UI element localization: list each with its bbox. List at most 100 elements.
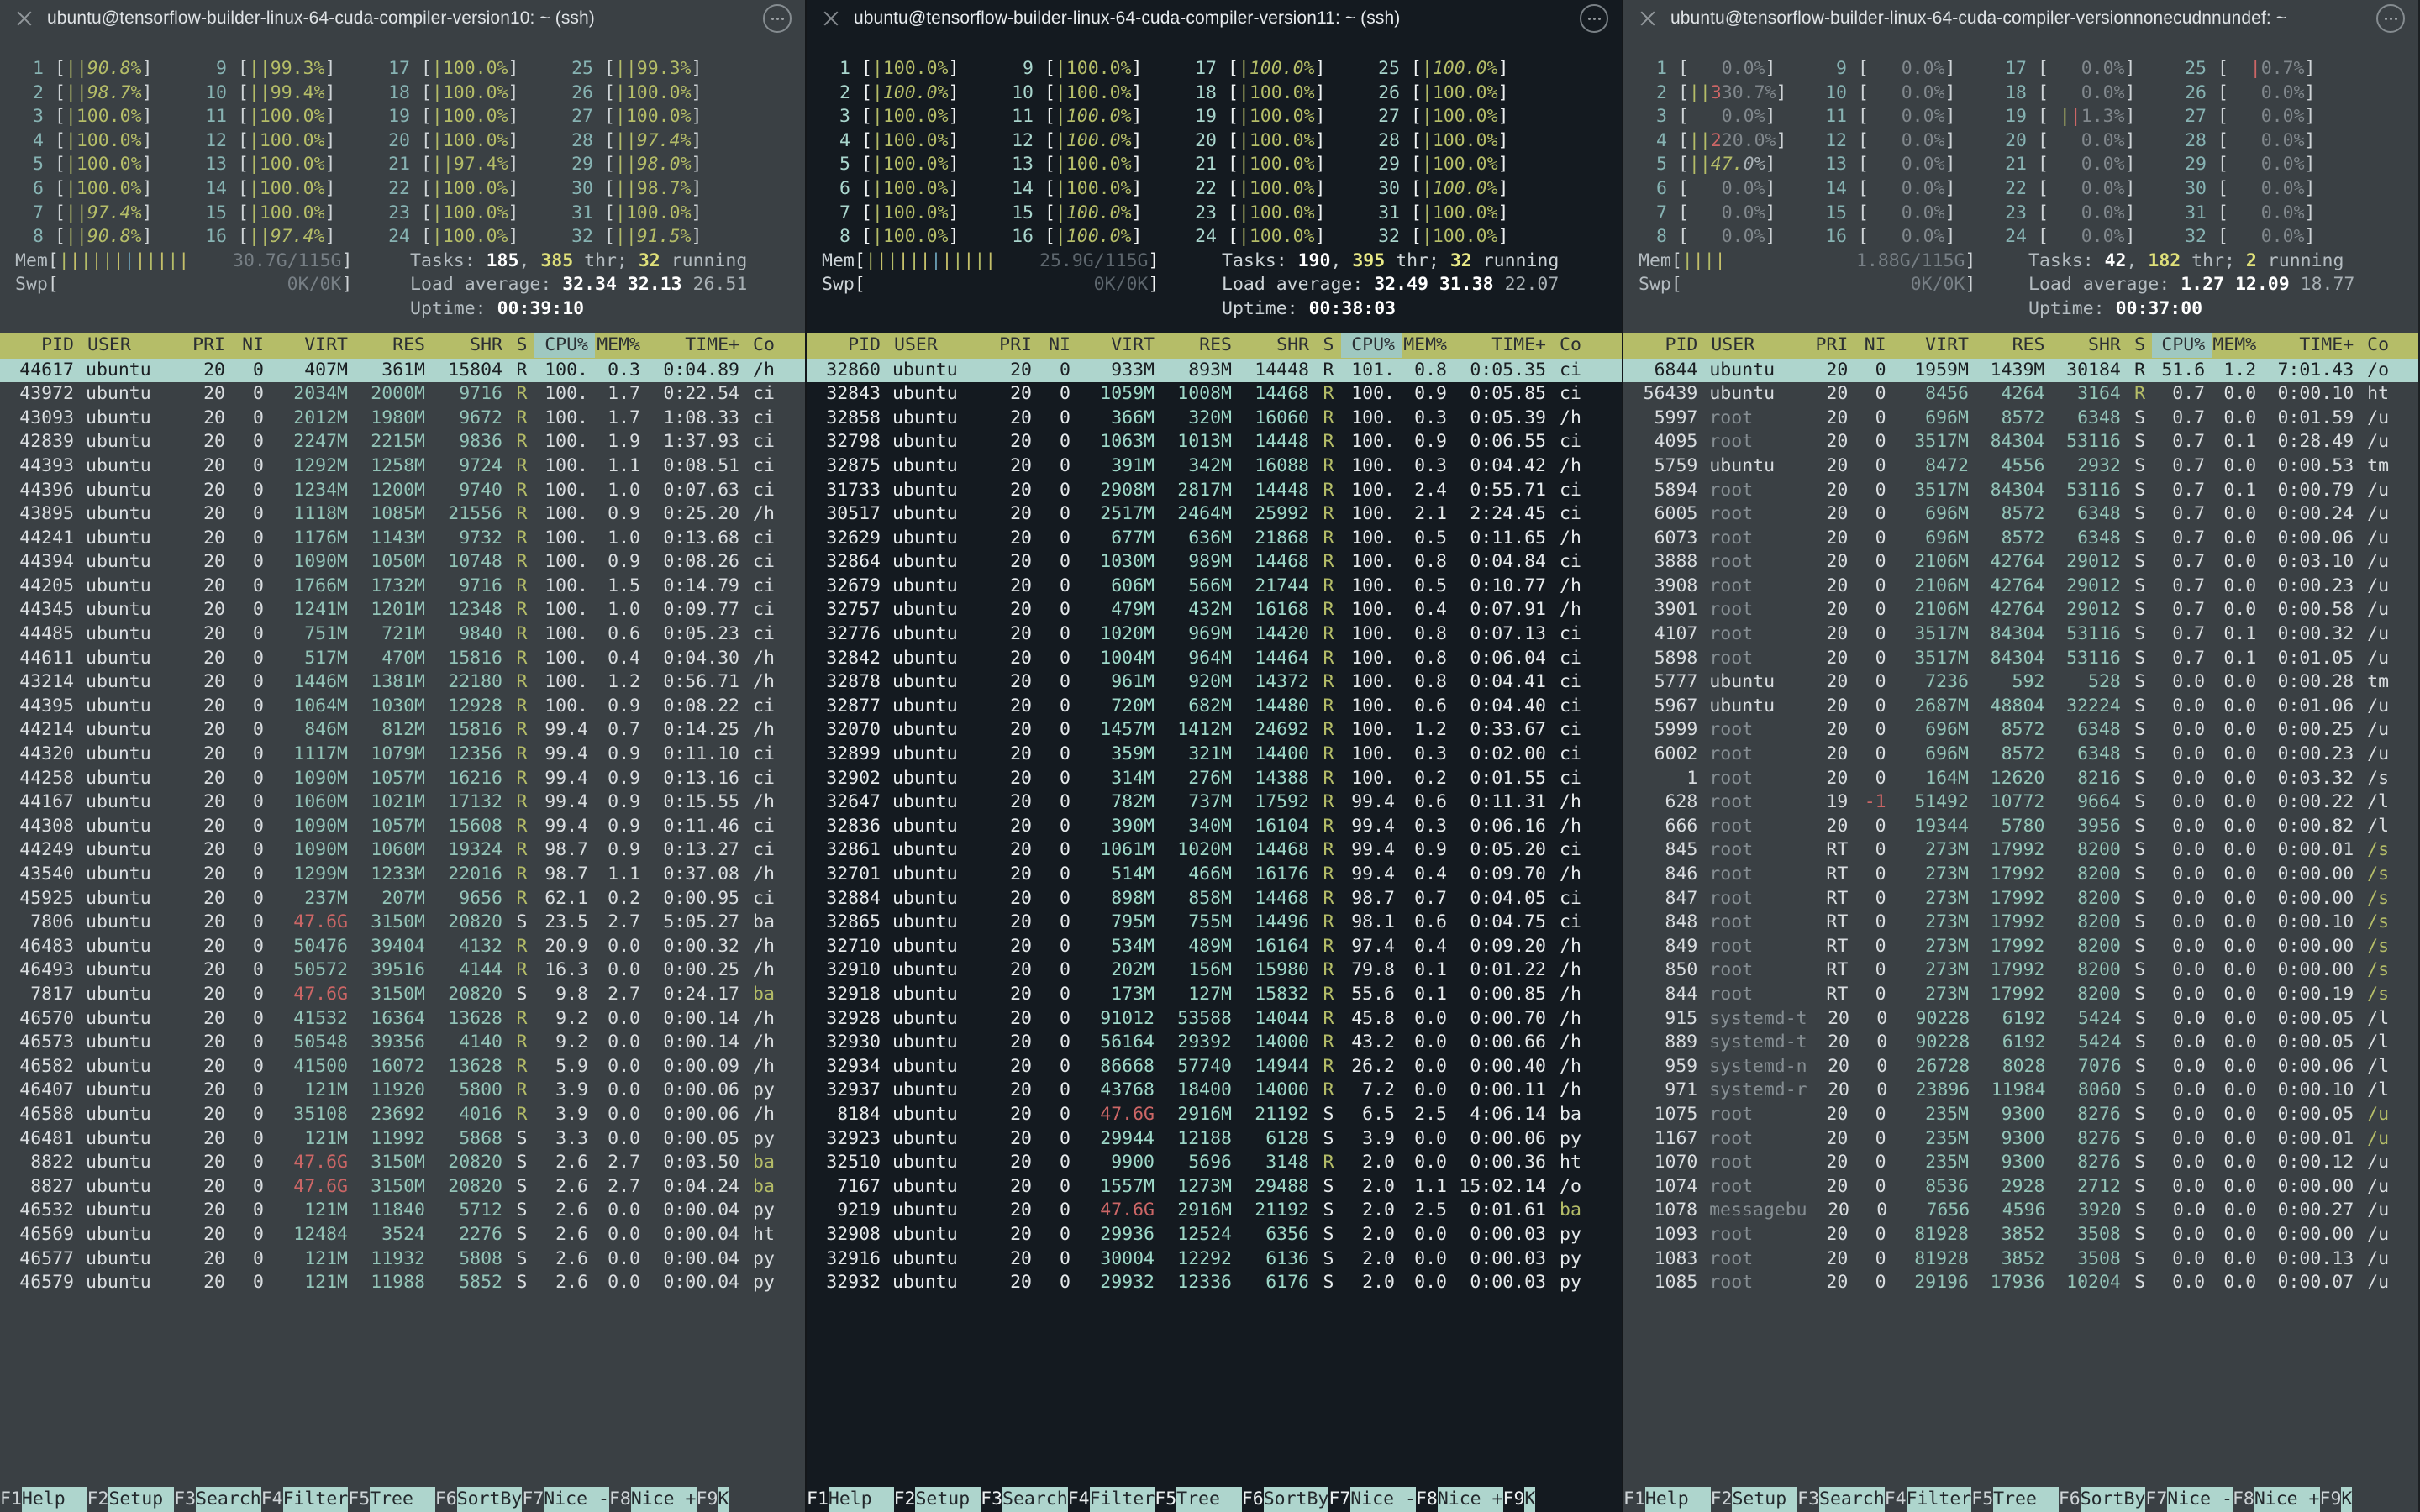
process-row[interactable]: 32864 ubuntu 20 0 1030M 989M 14468 R 100. 0.8 0:04… <box>807 550 1622 575</box>
process-row[interactable]: 666 root 20 0 19344 5780 3956 S 0.0 0.0 0:00.82/l <box>1623 815 2418 839</box>
process-row[interactable]: 46573 ubuntu 20 0 50548 39356 4140 R 9.2 0.0 0:00.… <box>0 1031 805 1055</box>
process-row[interactable]: 44345 ubuntu 20 0 1241M 1201M 12348 R 100. 1.0 0:0… <box>0 598 805 622</box>
column-header-virt[interactable]: VIRT <box>1893 333 1975 358</box>
close-icon[interactable] <box>1637 8 1659 29</box>
process-row[interactable]: 46493 ubuntu 20 0 50572 39516 4144 R 16.3 0.0 0:00… <box>0 958 805 983</box>
process-row[interactable]: 44167 ubuntu 20 0 1060M 1021M 17132 R 99.4 0.9 0:1… <box>0 790 805 815</box>
process-row[interactable]: 32647 ubuntu 20 0 782M 737M 17592 R 99.4 0.6 0:11.… <box>807 790 1622 815</box>
process-row[interactable]: 5999 root 20 0 696M 8572 6348 S 0.0 0.0 0:00.25/u <box>1623 718 2418 743</box>
fkey-label-tree[interactable]: Tree <box>1993 1487 2059 1512</box>
process-row[interactable]: 32877 ubuntu 20 0 720M 682M 14480 R 100. 0.6 0:04.… <box>807 695 1622 719</box>
process-row[interactable]: 43214 ubuntu 20 0 1446M 1381M 22180 R 100. 1.2 0:5… <box>0 670 805 695</box>
process-row[interactable]: 44485 ubuntu 20 0 751M 721M 9840 R 100. 0.6 0:05.2… <box>0 622 805 647</box>
process-row[interactable]: 46481 ubuntu 20 0 121M 11992 5868 S 3.3 0.0 0:00.0… <box>0 1127 805 1152</box>
column-header-res[interactable]: RES <box>355 333 432 358</box>
process-row[interactable]: 42839 ubuntu 20 0 2247M 2215M 9836 R 100. 1.9 1:37… <box>0 430 805 454</box>
process-row[interactable]: 44308 ubuntu 20 0 1090M 1057M 15608 R 99.4 0.9 0:1… <box>0 815 805 839</box>
process-row[interactable]: 32679 ubuntu 20 0 606M 566M 21744 R 100. 0.5 0:10.… <box>807 575 1622 599</box>
fkey-label-nice[interactable]: Nice + <box>2254 1487 2320 1512</box>
fkey-label-k[interactable]: K <box>718 1487 729 1512</box>
close-icon[interactable] <box>13 8 35 29</box>
process-row[interactable]: 849 root RT 0 273M 17992 8200 S 0.0 0.0 0:00.00/s <box>1623 935 2418 959</box>
fkey-label-help[interactable]: Help <box>21 1487 87 1512</box>
fkey-label-nice[interactable]: Nice - <box>2167 1487 2233 1512</box>
column-header-pri[interactable]: PRI <box>1803 333 1854 358</box>
process-row[interactable]: 889 systemd-t 20 0 90228 6192 5424 S 0.0 0.0 0:00.… <box>1623 1031 2418 1055</box>
process-row[interactable]: 845 root RT 0 273M 17992 8200 S 0.0 0.0 0:00.01/s <box>1623 838 2418 863</box>
process-row[interactable]: 32858 ubuntu 20 0 366M 320M 16060 R 100. 0.3 0:05.… <box>807 407 1622 431</box>
process-row[interactable]: 1085 root 20 0 29196 17936 10204 S 0.0 0.0 0:00.07… <box>1623 1271 2418 1295</box>
process-row[interactable]: 32930 ubuntu 20 0 56164 29392 14000 R 43.2 0.0 0:0… <box>807 1031 1622 1055</box>
more-options-icon[interactable] <box>2376 4 2405 33</box>
column-header-co[interactable]: Co <box>2360 333 2418 358</box>
process-row[interactable]: 31733 ubuntu 20 0 2908M 2817M 14448 R 100. 2.4 0:5… <box>807 479 1622 503</box>
column-header-mempct[interactable]: MEM% <box>1402 333 1454 358</box>
column-header-cpupct[interactable]: CPU% <box>2152 333 2212 358</box>
process-row[interactable]: 46582 ubuntu 20 0 41500 16072 13628 R 5.9 0.0 0:00… <box>0 1055 805 1079</box>
process-row[interactable]: 44394 ubuntu 20 0 1090M 1050M 10748 R 100. 0.9 0:0… <box>0 550 805 575</box>
process-row[interactable]: 44617 ubuntu 20 0 407M 361M 15804 R 100. 0.3 0:04.… <box>0 358 805 383</box>
process-row[interactable]: 44395 ubuntu 20 0 1064M 1030M 12928 R 100. 0.9 0:0… <box>0 695 805 719</box>
column-header-cpupct[interactable]: CPU% <box>534 333 595 358</box>
process-row[interactable]: 46483 ubuntu 20 0 50476 39404 4132 R 20.9 0.0 0:00… <box>0 935 805 959</box>
process-row[interactable]: 1 root 20 0 164M 12620 8216 S 0.0 0.0 0:03.32/s <box>1623 767 2418 791</box>
process-row[interactable]: 46569 ubuntu 20 0 12484 3524 2276 S 2.6 0.0 0:00.0… <box>0 1223 805 1247</box>
column-header-pid[interactable]: PID <box>0 333 81 358</box>
process-row[interactable]: 1078 messagebu 20 0 7656 4596 3920 S 0.0 0.0 0:00.… <box>1623 1199 2418 1223</box>
process-row[interactable]: 8184 ubuntu 20 0 47.6G 2916M 21192 S 6.5 2.5 4:06.… <box>807 1103 1622 1127</box>
column-header-user[interactable]: USER <box>1704 333 1803 358</box>
fkey-label-nice[interactable]: Nice - <box>1350 1487 1416 1512</box>
process-row[interactable]: 32843 ubuntu 20 0 1059M 1008M 14468 R 100. 0.9 0:0… <box>807 382 1622 407</box>
column-header-shr[interactable]: SHR <box>432 333 509 358</box>
process-row[interactable]: 46577 ubuntu 20 0 121M 11932 5808 S 2.6 0.0 0:00.0… <box>0 1247 805 1272</box>
process-row[interactable]: 6073 root 20 0 696M 8572 6348 S 0.7 0.0 0:00.06/u <box>1623 527 2418 551</box>
process-row[interactable]: 32878 ubuntu 20 0 961M 920M 14372 R 100. 0.8 0:04.… <box>807 670 1622 695</box>
column-header-co[interactable]: Co <box>1553 333 1612 358</box>
process-row[interactable]: 32932 ubuntu 20 0 29932 12336 6176 S 2.0 0.0 0:00.… <box>807 1271 1622 1295</box>
process-row[interactable]: 32923 ubuntu 20 0 29944 12188 6128 S 3.9 0.0 0:00.… <box>807 1127 1622 1152</box>
more-options-icon[interactable] <box>1580 4 1608 33</box>
process-row[interactable]: 44393 ubuntu 20 0 1292M 1258M 9724 R 100. 1.1 0:08… <box>0 454 805 479</box>
close-icon[interactable] <box>820 8 842 29</box>
process-row[interactable]: 32918 ubuntu 20 0 173M 127M 15832 R 55.6 0.1 0:00.… <box>807 983 1622 1007</box>
fkey-label-filter[interactable]: Filter <box>282 1487 349 1512</box>
more-options-icon[interactable] <box>763 4 792 33</box>
fkey-label-nice[interactable]: Nice - <box>544 1487 609 1512</box>
column-header-shr[interactable]: SHR <box>1239 333 1316 358</box>
process-row[interactable]: 5894 root 20 0 3517M 84304 53116 S 0.7 0.1 0:00.79… <box>1623 479 2418 503</box>
fkey-label-tree[interactable]: Tree <box>370 1487 435 1512</box>
column-header-user[interactable]: USER <box>81 333 180 358</box>
column-header-virt[interactable]: VIRT <box>271 333 355 358</box>
process-row[interactable]: 32629 ubuntu 20 0 677M 636M 21868 R 100. 0.5 0:11.… <box>807 527 1622 551</box>
process-row[interactable]: 32842 ubuntu 20 0 1004M 964M 14464 R 100. 0.8 0:06… <box>807 647 1622 671</box>
process-row[interactable]: 32875 ubuntu 20 0 391M 342M 16088 R 100. 0.3 0:04.… <box>807 454 1622 479</box>
process-row[interactable]: 5777 ubuntu 20 0 7236 592 528 S 0.0 0.0 0:00.28 tm <box>1623 670 2418 695</box>
process-row[interactable]: 44611 ubuntu 20 0 517M 470M 15816 R 100. 0.4 0:04.… <box>0 647 805 671</box>
column-header-timeplus[interactable]: TIME+ <box>647 333 746 358</box>
column-header-timeplus[interactable]: TIME+ <box>2263 333 2360 358</box>
column-header-mempct[interactable]: MEM% <box>595 333 647 358</box>
process-row[interactable]: 915 systemd-t 20 0 90228 6192 5424 S 0.0 0.0 0:00.… <box>1623 1007 2418 1032</box>
process-row[interactable]: 3888 root 20 0 2106M 42764 29012 S 0.7 0.0 0:03.10… <box>1623 550 2418 575</box>
fkey-label-sortby[interactable]: SortBy <box>1263 1487 1329 1512</box>
process-row[interactable]: 46532 ubuntu 20 0 121M 11840 5712 S 2.6 0.0 0:00.0… <box>0 1199 805 1223</box>
process-row[interactable]: 44241 ubuntu 20 0 1176M 1143M 9732 R 100. 1.0 0:13… <box>0 527 805 551</box>
process-row[interactable]: 32937 ubuntu 20 0 43768 18400 14000 R 7.2 0.0 0:00… <box>807 1079 1622 1103</box>
process-row[interactable]: 1167 root 20 0 235M 9300 8276 S 0.0 0.0 0:00.01/u <box>1623 1127 2418 1152</box>
process-row[interactable]: 32910 ubuntu 20 0 202M 156M 15980 R 79.8 0.1 0:01.… <box>807 958 1622 983</box>
column-header-s[interactable]: S <box>1316 333 1341 358</box>
process-row[interactable]: 5967 ubuntu 20 0 2687M 48804 32224 S 0.0 0.0 0:01.… <box>1623 695 2418 719</box>
process-row[interactable]: 959 systemd-n 20 0 26728 8028 7076 S 0.0 0.0 0:00.… <box>1623 1055 2418 1079</box>
process-row[interactable]: 44249 ubuntu 20 0 1090M 1060M 19324 R 98.7 0.9 0:1… <box>0 838 805 863</box>
fkey-label-setup[interactable]: Setup <box>108 1487 175 1512</box>
process-row[interactable]: 44205 ubuntu 20 0 1766M 1732M 9716 R 100. 1.5 0:14… <box>0 575 805 599</box>
process-row[interactable]: 844 root RT 0 273M 17992 8200 S 0.0 0.0 0:00.19/s <box>1623 983 2418 1007</box>
fkey-label-help[interactable]: Help <box>1644 1487 1711 1512</box>
process-row[interactable]: 6005 root 20 0 696M 8572 6348 S 0.7 0.0 0:00.24/u <box>1623 502 2418 527</box>
process-row[interactable]: 628 root 19 -1 51492 10772 9664 S 0.0 0.0 0:00.22/… <box>1623 790 2418 815</box>
process-row[interactable]: 32908 ubuntu 20 0 29936 12524 6356 S 2.0 0.0 0:00.… <box>807 1223 1622 1247</box>
process-row[interactable]: 32836 ubuntu 20 0 390M 340M 16104 R 99.4 0.3 0:06.… <box>807 815 1622 839</box>
process-row[interactable]: 6002 root 20 0 696M 8572 6348 S 0.0 0.0 0:00.23/u <box>1623 743 2418 767</box>
process-row[interactable]: 1083 root 20 0 81928 3852 3508 S 0.0 0.0 0:00.13/u <box>1623 1247 2418 1272</box>
process-row[interactable]: 1074 root 20 0 8536 2928 2712 S 0.0 0.0 0:00.00/u <box>1623 1175 2418 1200</box>
